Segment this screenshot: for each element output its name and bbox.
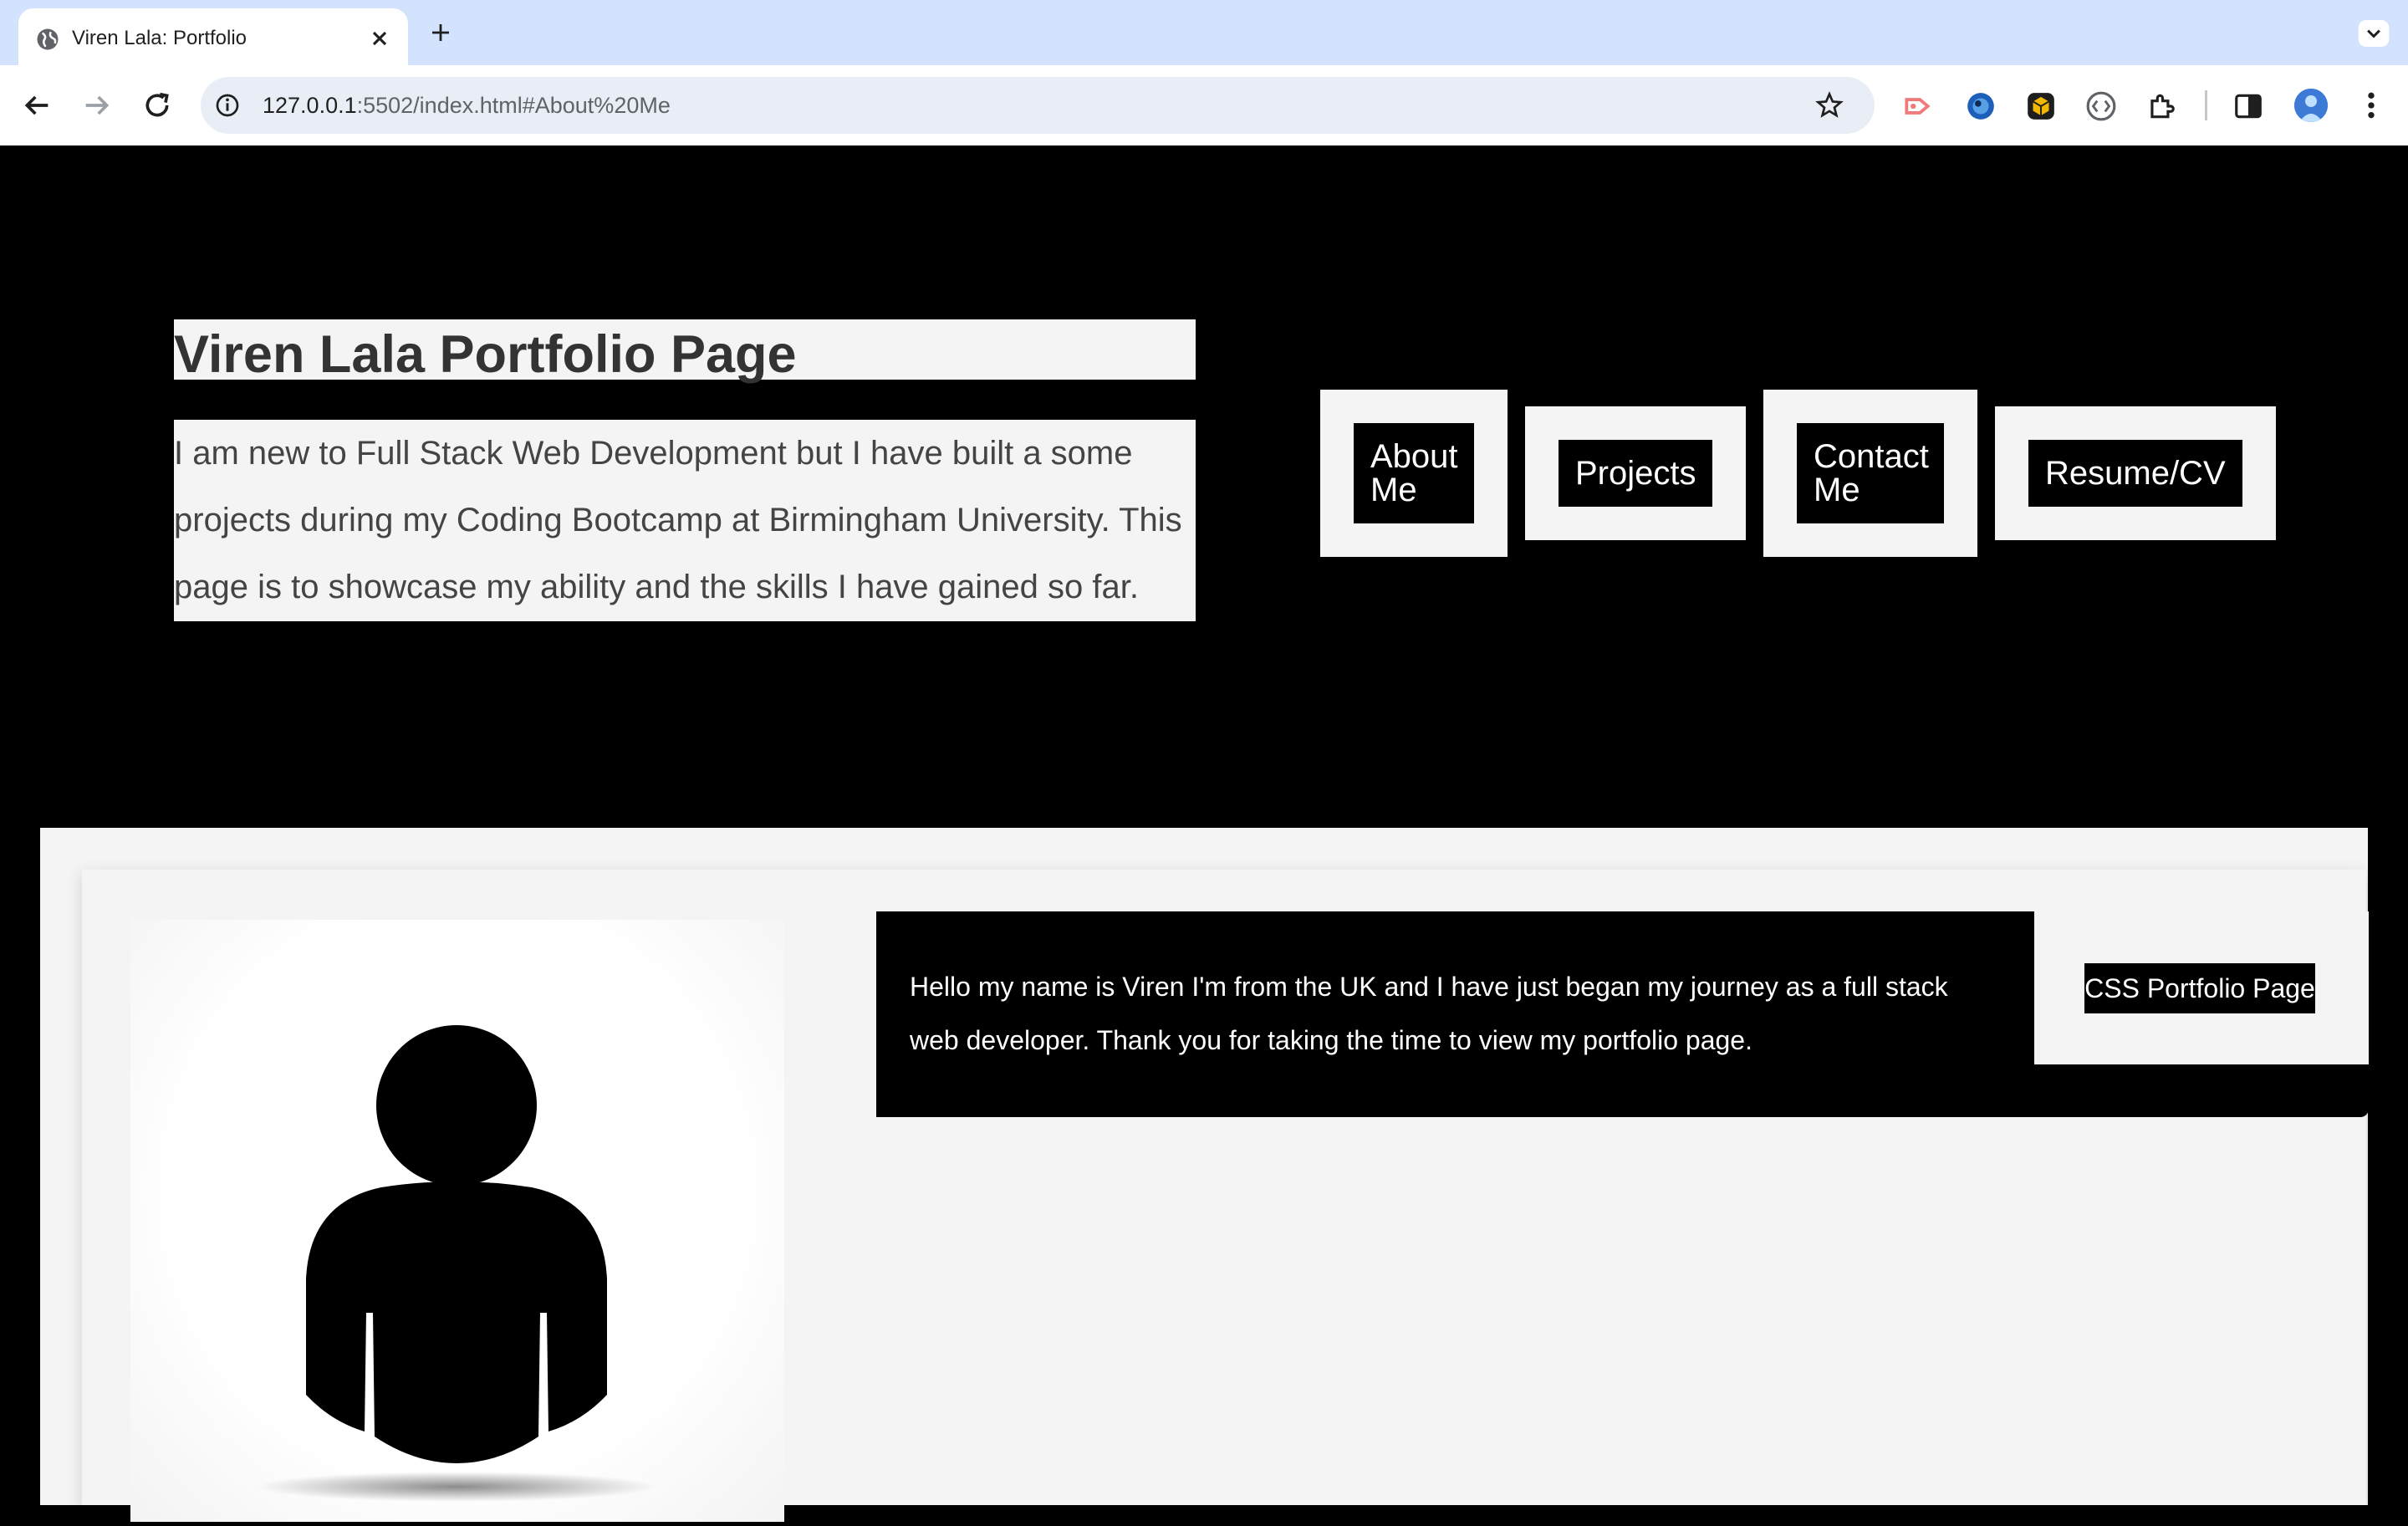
reload-icon[interactable] (140, 89, 174, 122)
nav-item-projects[interactable]: Projects (1525, 406, 1746, 540)
star-icon[interactable] (1814, 90, 1844, 120)
bio-box: Hello my name is Viren I'm from the UK a… (876, 911, 2369, 1117)
chevron-down-icon[interactable] (2358, 20, 2390, 47)
page-title: Viren Lala Portfolio Page (174, 325, 797, 384)
globe-icon (37, 28, 59, 50)
profile-avatar-image (2294, 89, 2328, 122)
close-icon[interactable] (368, 27, 391, 50)
extension-code-icon[interactable] (2085, 90, 2117, 122)
url-path: :5502/index.html#About%20Me (356, 93, 671, 118)
profile-avatar[interactable] (2294, 89, 2328, 122)
address-bar[interactable]: 127.0.0.1:5502/index.html#About%20Me (201, 77, 1875, 134)
nav-label-about-line1: About (1370, 438, 1458, 475)
browser-tab[interactable]: Viren Lala: Portfolio (18, 8, 408, 65)
about-section: Hello my name is Viren I'm from the UK a… (40, 828, 2369, 1522)
nav-item-contact-me[interactable]: Contact Me (1763, 390, 1977, 557)
about-card: Hello my name is Viren I'm from the UK a… (82, 870, 2369, 1522)
kebab-menu-icon[interactable] (2360, 89, 2383, 122)
plus-icon[interactable] (428, 20, 453, 45)
browser-toolbar: 127.0.0.1:5502/index.html#About%20Me (0, 65, 2408, 145)
nav-link-about-me[interactable]: About Me (1354, 423, 1474, 523)
forward-icon[interactable] (80, 89, 114, 122)
hero-description-box: I am new to Full Stack Web Development b… (174, 420, 1196, 621)
back-icon[interactable] (20, 89, 54, 122)
page-viewport: Viren Lala Portfolio Page I am new to Fu… (0, 145, 2408, 1522)
css-portfolio-link[interactable]: CSS Portfolio Page (2084, 963, 2315, 1013)
nav-link-projects[interactable]: Projects (1559, 440, 1712, 507)
hero-title-box: Viren Lala Portfolio Page (174, 319, 1196, 384)
css-link-box: CSS Portfolio Page (2034, 911, 2369, 1064)
tab-title: Viren Lala: Portfolio (72, 27, 247, 49)
bio-text: Hello my name is Viren I'm from the UK a… (910, 972, 1948, 1055)
site-info-icon[interactable] (214, 92, 241, 119)
puzzle-icon[interactable] (2145, 90, 2177, 122)
nav-label-contact-line2: Me (1814, 472, 1860, 508)
extension-cast-icon[interactable] (1901, 90, 1933, 122)
url-host: 127.0.0.1 (263, 93, 357, 118)
hero-description: I am new to Full Stack Web Development b… (174, 435, 1182, 605)
nav-link-contact-me[interactable]: Contact Me (1797, 423, 1944, 523)
extension-globe-icon[interactable] (1965, 90, 1997, 122)
nav-link-resume[interactable]: Resume/CV (2028, 440, 2242, 507)
nav-label-contact-line1: Contact (1814, 438, 1929, 475)
person-silhouette-icon (256, 1025, 657, 1502)
nav-item-about-me[interactable]: About Me (1320, 390, 1508, 557)
toolbar-divider (2205, 90, 2207, 120)
nav-label-about-line2: Me (1370, 472, 1417, 508)
side-panel-icon[interactable] (2232, 90, 2264, 122)
url-text: 127.0.0.1:5502/index.html#About%20Me (263, 93, 671, 119)
profile-image (130, 920, 784, 1522)
nav-label-resume: Resume/CV (2045, 455, 2226, 492)
nav-item-resume[interactable]: Resume/CV (1995, 406, 2276, 540)
tab-strip: Viren Lala: Portfolio (0, 0, 2408, 65)
extension-cube-icon[interactable] (2025, 90, 2057, 122)
nav-label-projects: Projects (1575, 455, 1696, 492)
